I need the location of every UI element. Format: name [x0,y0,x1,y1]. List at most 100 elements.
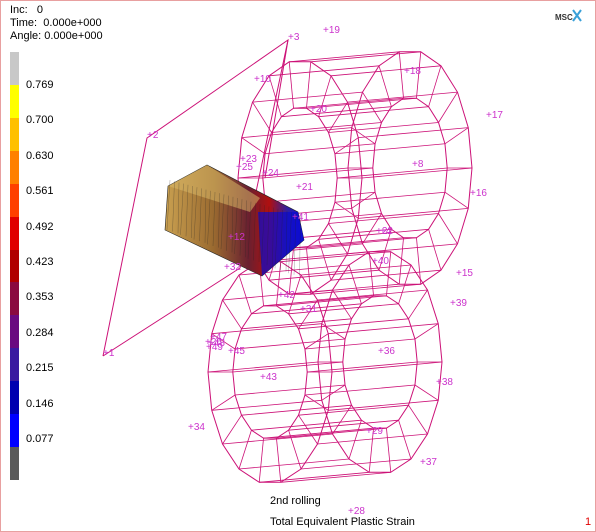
roll-edge [298,414,318,445]
roll-edge [259,471,370,483]
node-label: +1 [103,348,115,359]
roll-ring [372,97,448,239]
roll-edge [414,323,439,340]
roll-edge [268,65,380,77]
roll-edge [398,237,404,285]
roll-edge [334,191,445,203]
roll-edge [268,269,380,281]
roll-edge [222,414,242,445]
page-number: 1 [585,516,592,528]
node-label: +10 [254,74,271,85]
node-label: +15 [456,268,473,279]
roll-edge [328,223,348,255]
roll-edge [347,91,458,103]
roll-edge [398,51,404,99]
roll-edge [328,399,439,411]
roll-edge [241,137,266,155]
roll-edge [334,143,445,155]
roll-edge [362,91,382,123]
model-viewport[interactable]: +1+2+3+4+8+10+12+15+16+17+18+19+20+21+22… [0,0,596,532]
roll-edge [398,420,412,460]
roll-edge [328,122,439,133]
node-label: +2 [147,130,159,141]
node-label: +45 [228,346,245,357]
node-label: +49 [206,342,223,353]
roll-edge [252,101,272,133]
roll-edge [358,127,469,139]
node-label: +19 [323,25,340,36]
node-label: +8 [412,159,424,170]
node-label: +42 [278,290,295,301]
node-label: +24 [262,168,279,179]
roll-edge [265,143,376,155]
node-label: +41 [292,212,309,223]
node-label: +17 [486,110,503,121]
roll-edge [332,289,352,320]
roll-edge [304,333,329,350]
roll-edge [235,384,346,396]
roll-edge [358,207,469,219]
node-label: +37 [420,457,437,468]
roll-edge [271,122,382,133]
roll-edge [317,289,428,301]
roll-edge [289,51,400,63]
roll-edge [222,299,242,330]
node-label: +16 [470,188,487,199]
roll-edge [331,361,443,373]
node-label: +40 [372,256,389,267]
result-title: Total Equivalent Plastic Strain [270,516,415,528]
job-title: 2nd rolling [270,495,321,507]
node-label: +20 [310,104,327,115]
node-labels: +1+2+3+4+8+10+12+15+16+17+18+19+20+21+22… [103,25,503,517]
roll-edge [241,127,352,139]
node-label: +21 [296,182,313,193]
node-label: +36 [378,346,395,357]
roll-edge [241,318,352,330]
roll-edge [408,289,428,320]
node-label: +39 [450,298,467,309]
node-label: +18 [404,66,421,77]
roll-edge [211,399,322,411]
roll-edge [288,247,294,295]
roll-edge [438,213,458,245]
roll-edge [300,264,412,276]
roll-edge [304,338,415,350]
roll-edge [207,361,319,373]
node-label: +32 [224,262,241,273]
roll-edge [235,338,346,350]
roll-edge [321,384,346,401]
roll-edge [288,61,294,109]
roll-edge [414,384,439,401]
roll-edge [238,430,252,470]
node-label: +12 [228,232,245,243]
node-label: +25 [236,162,253,173]
roll-edge [348,420,362,460]
roll-edge [408,404,428,435]
lower-roll-mesh [207,251,443,483]
roll-edge [330,269,442,281]
node-label: +3 [288,32,300,43]
roll-edge [306,61,312,109]
node-label: +29 [366,426,383,437]
roll-edge [211,323,322,335]
roll-edge [328,213,439,224]
roll-edge [238,458,350,470]
node-label: +38 [436,377,453,388]
roll-edge [428,65,442,107]
node-label: +43 [260,372,277,383]
roll-edge [222,433,333,445]
roll-edge [237,167,349,179]
node-label: +22 [376,226,393,237]
roll-edge [304,384,415,396]
roll-edge [298,318,409,330]
roll-edge [444,127,469,145]
roll-edge [276,438,282,483]
roll-edge [328,323,439,335]
roll-edge [444,191,469,209]
roll-edge [211,394,236,411]
roll-edge [300,458,412,470]
roll-edge [238,274,252,314]
roll-edge [298,404,409,416]
roll-edge [428,229,442,271]
node-label: +34 [188,422,205,433]
